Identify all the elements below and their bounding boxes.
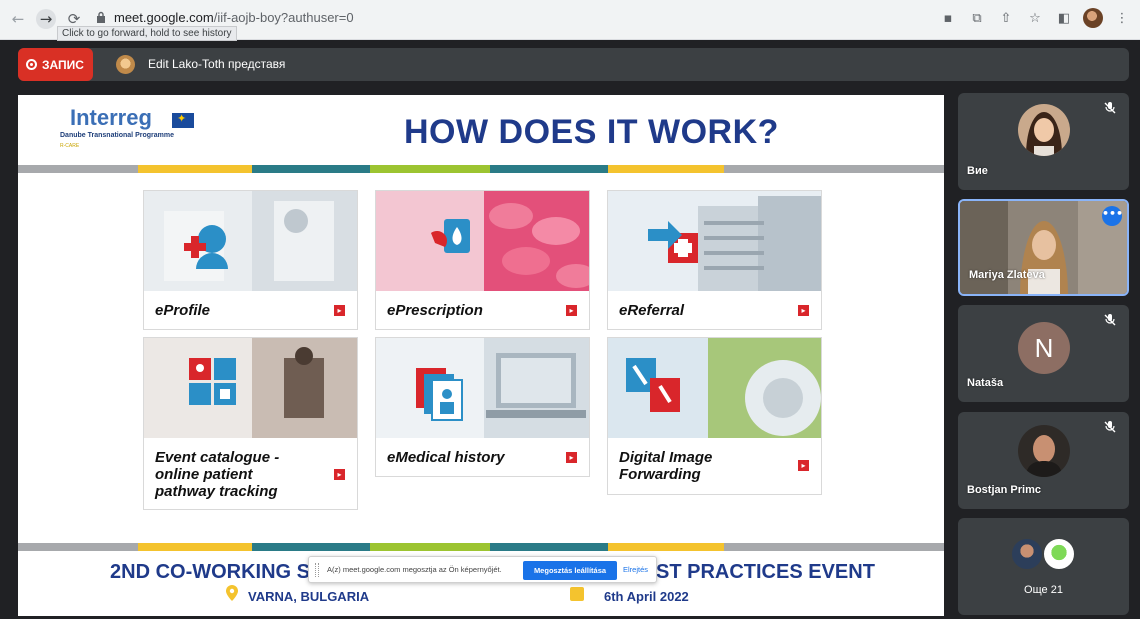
mic-off-icon bbox=[1104, 314, 1116, 326]
participant-name: Mariya Zlateva bbox=[969, 269, 1045, 281]
card-label: Digital Image Forwarding bbox=[619, 449, 713, 483]
forward-arrow-icon[interactable]: → bbox=[36, 9, 56, 29]
location-pin-icon bbox=[226, 585, 238, 601]
presenter-text: Edit Lako-Toth представя bbox=[148, 57, 286, 71]
card-digital-image-forwarding: Digital Image Forwarding ▸ bbox=[607, 337, 822, 495]
other-participants-count: Още 21 bbox=[1024, 584, 1063, 596]
camera-icon[interactable]: ▪ bbox=[938, 8, 958, 28]
participant-tile-natasa[interactable]: N Nataša bbox=[958, 305, 1129, 402]
participant-tile-others[interactable]: Още 21 bbox=[958, 518, 1129, 615]
card-label: eReferral bbox=[619, 302, 685, 319]
slide-title: HOW DOES IT WORK? bbox=[404, 113, 779, 151]
lock-icon bbox=[97, 11, 105, 23]
card-eprescription: ePrescription ▸ bbox=[375, 190, 590, 330]
card-label: ePrescription bbox=[387, 302, 483, 319]
card-image bbox=[608, 338, 821, 438]
hide-link[interactable]: Elrejtés bbox=[623, 565, 648, 574]
record-icon bbox=[26, 59, 37, 70]
event-date: 6th April 2022 bbox=[604, 589, 689, 604]
star-icon[interactable]: ☆ bbox=[1025, 8, 1045, 28]
event-title-left: 2ND CO-WORKING S bbox=[110, 561, 310, 583]
recording-button[interactable]: ЗАПИС bbox=[18, 48, 93, 81]
color-stripe-top bbox=[18, 165, 944, 173]
event-title-right: ST PRACTICES EVENT bbox=[656, 561, 875, 583]
arrow-right-icon[interactable]: ▸ bbox=[334, 469, 345, 480]
participant-tile-self[interactable]: Вие bbox=[958, 93, 1129, 190]
presentation-slide: Interreg Danube Transnational Programme … bbox=[18, 95, 944, 616]
presenter-avatar bbox=[116, 55, 135, 74]
logo-tagline: R-CARE bbox=[60, 143, 80, 149]
card-emedical-history: eMedical history ▸ bbox=[375, 337, 590, 477]
avatar bbox=[1018, 104, 1070, 156]
drag-handle-icon[interactable] bbox=[315, 563, 319, 577]
mic-off-icon bbox=[1104, 421, 1116, 433]
avatar bbox=[1010, 537, 1044, 571]
arrow-right-icon[interactable]: ▸ bbox=[798, 305, 809, 316]
card-image bbox=[376, 191, 589, 291]
card-label: eProfile bbox=[155, 302, 211, 319]
stop-sharing-button[interactable]: Megosztás leállítása bbox=[523, 561, 617, 580]
participant-tile-mariya[interactable]: ••• Mariya Zlateva bbox=[958, 199, 1129, 296]
avatar bbox=[1018, 425, 1070, 477]
toolbar-icons: ▪ ⧉ ⇧ ☆ ◧ ⋮ bbox=[938, 8, 1132, 28]
share-icon[interactable]: ⇧ bbox=[996, 8, 1016, 28]
color-stripe-bottom bbox=[18, 543, 944, 551]
card-event-catalogue: Event catalogue - online patient pathway… bbox=[143, 337, 358, 510]
participant-tile-bostjan[interactable]: Bostjan Primc bbox=[958, 412, 1129, 509]
address-bar[interactable]: meet.google.com/iif-aojb-boy?authuser=0 bbox=[114, 10, 354, 25]
participant-name: Вие bbox=[967, 165, 988, 177]
avatar-initial: N bbox=[1018, 322, 1070, 374]
back-arrow-icon[interactable]: ← bbox=[8, 9, 28, 29]
logo-word: Interreg bbox=[70, 105, 152, 130]
participant-name: Bostjan Primc bbox=[967, 484, 1041, 496]
card-label: eMedical history bbox=[387, 449, 505, 466]
eu-flag-icon bbox=[172, 112, 194, 128]
translate-icon[interactable]: ⧉ bbox=[967, 8, 987, 28]
mic-off-icon bbox=[1104, 102, 1116, 114]
screen-share-notification: A(z) meet.google.com megosztja az Ön kép… bbox=[308, 556, 657, 583]
card-image bbox=[608, 191, 821, 291]
recording-label: ЗАПИС bbox=[42, 57, 84, 72]
sidebar-icon[interactable]: ◧ bbox=[1054, 8, 1074, 28]
card-label: Event catalogue - online patient pathway… bbox=[155, 449, 280, 500]
arrow-right-icon[interactable]: ▸ bbox=[566, 305, 577, 316]
menu-kebab-icon[interactable]: ⋮ bbox=[1112, 8, 1132, 28]
card-image bbox=[144, 338, 357, 438]
arrow-right-icon[interactable]: ▸ bbox=[566, 452, 577, 463]
arrow-right-icon[interactable]: ▸ bbox=[798, 460, 809, 471]
card-image bbox=[376, 338, 589, 438]
arrow-right-icon[interactable]: ▸ bbox=[334, 305, 345, 316]
share-message: A(z) meet.google.com megosztja az Ön kép… bbox=[327, 565, 502, 574]
interreg-logo: Interreg Danube Transnational Programme … bbox=[60, 103, 220, 153]
url-host: meet.google.com bbox=[114, 10, 214, 25]
card-ereferral: eReferral ▸ bbox=[607, 190, 822, 330]
calendar-icon bbox=[570, 587, 584, 601]
meet-top-bar: ЗАПИС Edit Lako-Toth представя bbox=[18, 48, 1129, 81]
card-eprofile: eProfile ▸ bbox=[143, 190, 358, 330]
logo-subtitle: Danube Transnational Programme bbox=[60, 132, 174, 139]
url-path: /iif-aojb-boy?authuser=0 bbox=[213, 10, 354, 25]
avatar bbox=[1042, 537, 1076, 571]
profile-avatar[interactable] bbox=[1083, 8, 1103, 28]
more-options-button[interactable]: ••• bbox=[1102, 206, 1123, 226]
event-venue: VARNA, BULGARIA bbox=[248, 589, 370, 604]
card-image bbox=[144, 191, 357, 291]
participant-name: Nataša bbox=[967, 377, 1004, 389]
tooltip: Click to go forward, hold to see history bbox=[57, 26, 237, 41]
